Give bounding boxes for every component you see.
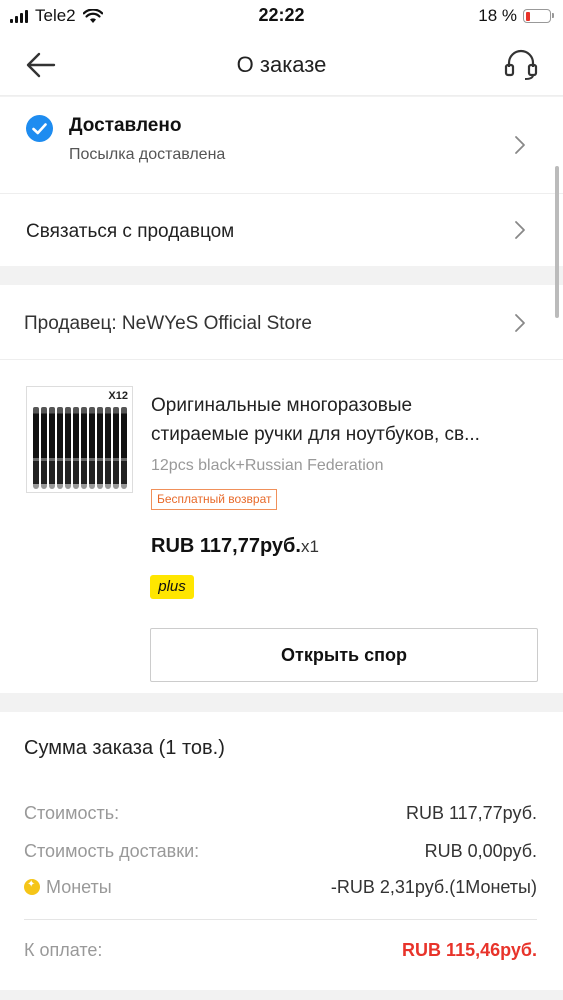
summary-value: RUB 117,77руб. bbox=[405, 803, 537, 823]
summary-value: -RUB 2,31руб.(1Монеты) bbox=[330, 877, 537, 897]
battery-fill bbox=[525, 11, 530, 21]
summary-row-total: К оплате: RUB 115,46руб. bbox=[24, 940, 537, 966]
seller-row[interactable]: Продавец: NeWYeS Official Store bbox=[0, 285, 563, 360]
nav-bar: О заказе bbox=[0, 32, 563, 96]
delivery-status-subtitle: Посылка доставлена bbox=[69, 146, 226, 163]
order-summary: Сумма заказа (1 тов.) Стоимость: RUB 117… bbox=[0, 712, 563, 990]
status-right: 18 % bbox=[478, 6, 554, 26]
headset-icon[interactable] bbox=[503, 48, 539, 82]
divider bbox=[24, 919, 537, 920]
product-quantity: x1 bbox=[300, 537, 319, 556]
chevron-right-icon bbox=[515, 136, 525, 154]
contact-seller-row[interactable]: Связаться с продавцом bbox=[0, 194, 563, 266]
chevron-right-icon bbox=[515, 314, 525, 332]
scrollbar[interactable] bbox=[555, 166, 559, 318]
battery-icon bbox=[523, 9, 554, 23]
open-dispute-button[interactable]: Открыть спор bbox=[150, 628, 538, 682]
chevron-right-icon bbox=[515, 221, 525, 239]
delivery-status-row[interactable]: Доставлено Посылка доставлена bbox=[0, 97, 563, 194]
product-title[interactable]: Оригинальные многоразовые стираемые ручк… bbox=[151, 391, 541, 449]
plus-badge: plus bbox=[150, 575, 194, 599]
product-price-line: RUB 117,77руб.x1 bbox=[151, 535, 319, 558]
summary-label: Стоимость доставки: bbox=[24, 841, 200, 861]
product-variant: 12pcs black+Russian Federation bbox=[151, 457, 384, 474]
product-title-line-2: стираемые ручки для ноутбуков, св... bbox=[151, 424, 480, 445]
thumbnail-badge: X12 bbox=[108, 390, 128, 402]
summary-label: Монеты bbox=[46, 877, 112, 897]
summary-row-cost: Стоимость: RUB 117,77руб. bbox=[24, 803, 537, 829]
page-title: О заказе bbox=[236, 52, 327, 77]
summary-value: RUB 0,00руб. bbox=[424, 841, 537, 861]
summary-row-shipping: Стоимость доставки: RUB 0,00руб. bbox=[24, 841, 537, 867]
product-thumbnail[interactable]: X12 bbox=[26, 386, 133, 493]
coin-icon bbox=[24, 879, 40, 895]
contact-seller-label: Связаться с продавцом bbox=[26, 221, 235, 242]
summary-label: Стоимость: bbox=[24, 803, 120, 823]
product-section: Продавец: NeWYeS Official Store X12 Ориг… bbox=[0, 285, 563, 693]
total-value: RUB 115,46руб. bbox=[402, 940, 537, 960]
total-label: К оплате: bbox=[24, 940, 103, 960]
product-price: RUB 117,77руб. bbox=[151, 535, 301, 557]
free-return-badge: Бесплатный возврат bbox=[151, 489, 278, 510]
battery-percent: 18 % bbox=[478, 6, 517, 25]
status-bar: Tele2 22:22 18 % bbox=[0, 0, 563, 32]
product-title-line-1: Оригинальные многоразовые bbox=[151, 395, 413, 416]
delivery-status-title: Доставлено bbox=[69, 115, 182, 136]
summary-title: Сумма заказа (1 тов.) bbox=[24, 737, 225, 759]
summary-label-coins: Монеты bbox=[24, 877, 112, 898]
pens-image bbox=[33, 407, 127, 489]
seller-label: Продавец: NeWYeS Official Store bbox=[24, 313, 312, 334]
summary-row-coins: Монеты -RUB 2,31руб.(1Монеты) bbox=[24, 877, 537, 903]
check-circle-icon bbox=[26, 115, 53, 142]
